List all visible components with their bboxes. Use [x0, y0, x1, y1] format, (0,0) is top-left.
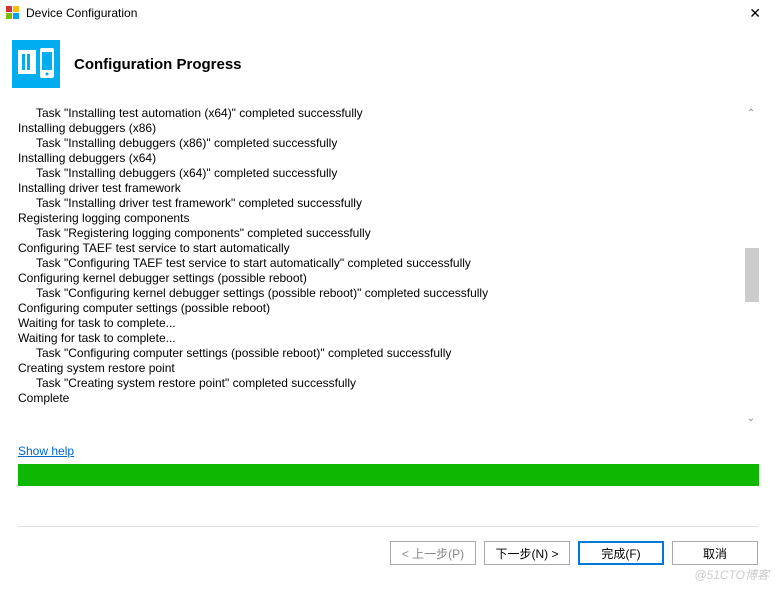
- title-bar-left: Device Configuration: [6, 6, 137, 20]
- window-title: Device Configuration: [26, 6, 137, 20]
- next-button[interactable]: 下一步(N) >: [484, 541, 570, 565]
- log-line: Creating system restore point: [18, 361, 741, 376]
- back-button: < 上一步(P): [390, 541, 476, 565]
- log-output[interactable]: Task "Installing test automation (x64)" …: [18, 106, 759, 424]
- scroll-down-icon[interactable]: ⌄: [745, 413, 757, 424]
- log-line: Task "Creating system restore point" com…: [18, 376, 741, 391]
- device-config-icon: [12, 40, 60, 88]
- scrollbar-thumb[interactable]: [745, 248, 759, 302]
- log-line: Registering logging components: [18, 211, 741, 226]
- log-line: Task "Registering logging components" co…: [18, 226, 741, 241]
- progress-container: [0, 464, 777, 486]
- watermark: @51CTO博客: [694, 566, 769, 583]
- scroll-up-icon[interactable]: ⌃: [745, 108, 757, 119]
- page-title: Configuration Progress: [74, 56, 242, 73]
- close-icon[interactable]: ✕: [741, 3, 769, 24]
- log-line: Complete: [18, 391, 741, 406]
- log-line: Task "Configuring TAEF test service to s…: [18, 256, 741, 271]
- header: Configuration Progress: [0, 26, 777, 106]
- log-line: Configuring TAEF test service to start a…: [18, 241, 741, 256]
- log-line: Waiting for task to complete...: [18, 316, 741, 331]
- show-help-link[interactable]: Show help: [0, 436, 92, 464]
- log-line: Installing driver test framework: [18, 181, 741, 196]
- log-line: Task "Configuring kernel debugger settin…: [18, 286, 741, 301]
- log-line: Waiting for task to complete...: [18, 331, 741, 346]
- log-line: Installing debuggers (x64): [18, 151, 741, 166]
- finish-button[interactable]: 完成(F): [578, 541, 664, 565]
- button-row: < 上一步(P) 下一步(N) > 完成(F) 取消: [18, 526, 758, 565]
- log-line: Task "Configuring computer settings (pos…: [18, 346, 741, 361]
- log-line: Task "Installing debuggers (x64)" comple…: [18, 166, 741, 181]
- cancel-button[interactable]: 取消: [672, 541, 758, 565]
- log-line: Installing debuggers (x86): [18, 121, 741, 136]
- log-line: Task "Installing test automation (x64)" …: [18, 106, 741, 121]
- log-line: Configuring kernel debugger settings (po…: [18, 271, 741, 286]
- title-bar: Device Configuration ✕: [0, 0, 777, 26]
- log-line: Task "Installing driver test framework" …: [18, 196, 741, 211]
- log-line: Configuring computer settings (possible …: [18, 301, 741, 316]
- progress-bar: [18, 464, 759, 486]
- content-area: Task "Installing test automation (x64)" …: [0, 106, 777, 436]
- log-line: Task "Installing debuggers (x86)" comple…: [18, 136, 741, 151]
- app-icon: [6, 6, 20, 20]
